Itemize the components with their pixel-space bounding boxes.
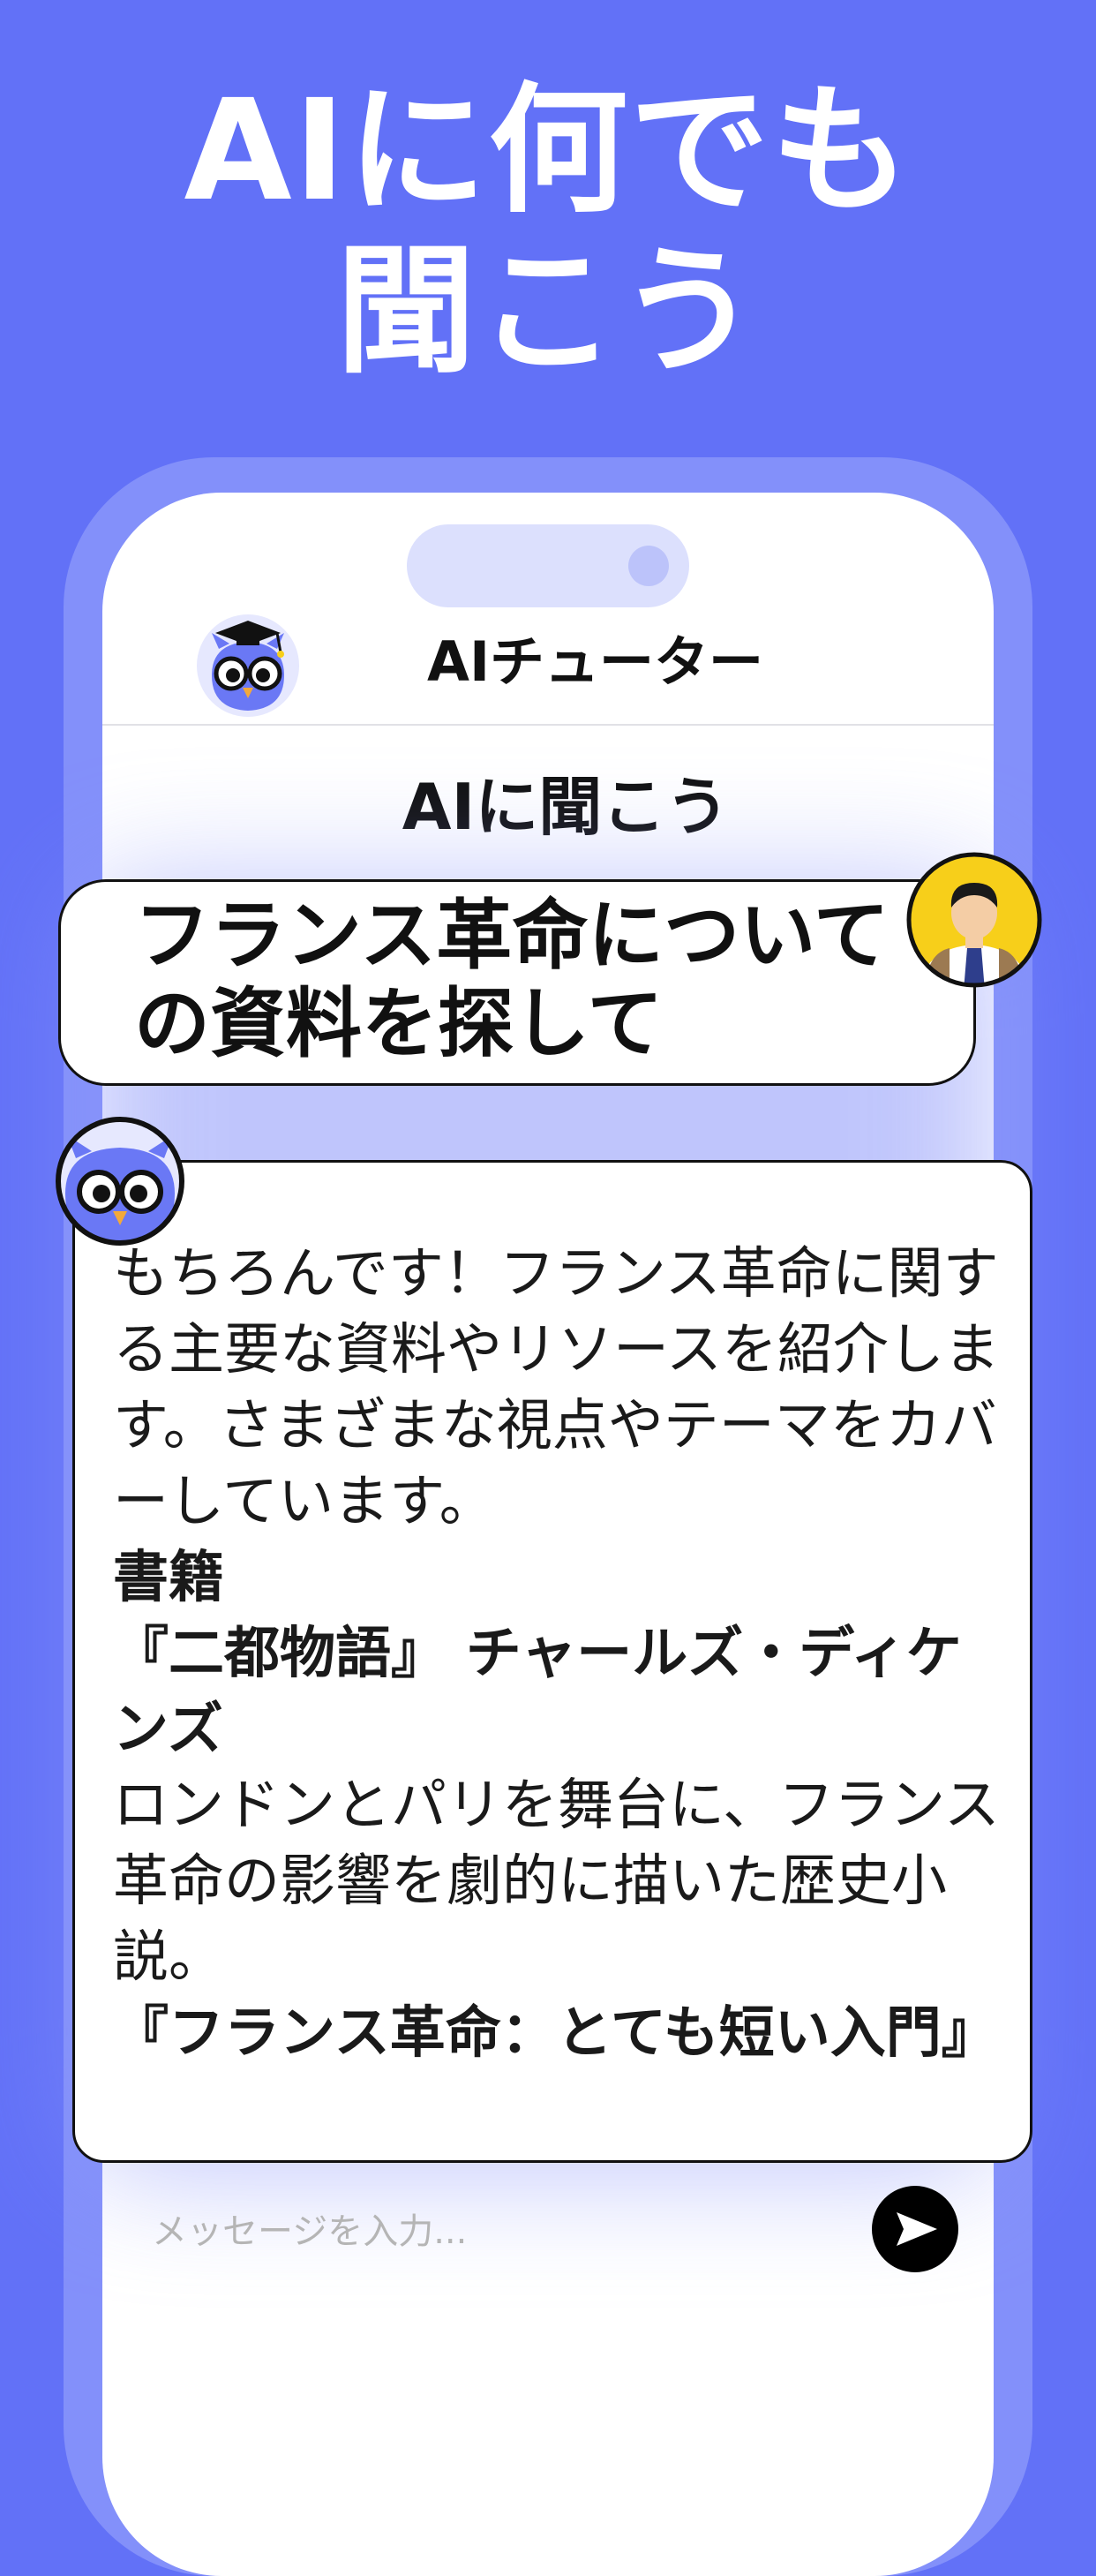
owl-mascot-icon (53, 1114, 187, 1248)
bot-book2-title: 『フランス革命：とても短い入門』 (113, 2000, 997, 2065)
headline-line-2: 聞こう (336, 230, 760, 393)
send-arrow-icon (897, 2212, 937, 2246)
bot-book1-title: 『二都物語』 チャールズ・ディケンズ (113, 1621, 962, 1761)
message-input[interactable]: メッセージを入力... (152, 2205, 467, 2258)
camera-dot (628, 546, 669, 586)
bot-section-heading: 書籍 (113, 1545, 224, 1609)
student-avatar-icon (904, 849, 1045, 990)
headline-line-1: AIに何でも (184, 70, 912, 232)
send-button[interactable] (872, 2186, 958, 2272)
headline: AIに何でも 聞こう (0, 71, 1096, 392)
bot-message-text: もちろんです！フランス革命に関する主要な資料やリソースを紹介します。さまざまな視… (113, 1236, 1004, 2071)
bot-intro: もちろんです！フランス革命に関する主要な資料やリソースを紹介します。さまざまな視… (113, 1241, 1000, 1533)
owl-mascot-icon (196, 614, 300, 718)
app-title: AIチューター (427, 629, 764, 694)
chat-title: AIに聞こう (402, 770, 730, 844)
bot-book1-desc: ロンドンとパリを舞台に、フランス革命の影響を劇的に描いた歴史小説。 (113, 1773, 1000, 1989)
user-message-text: フランス革命についての資料を探して (134, 892, 890, 1068)
